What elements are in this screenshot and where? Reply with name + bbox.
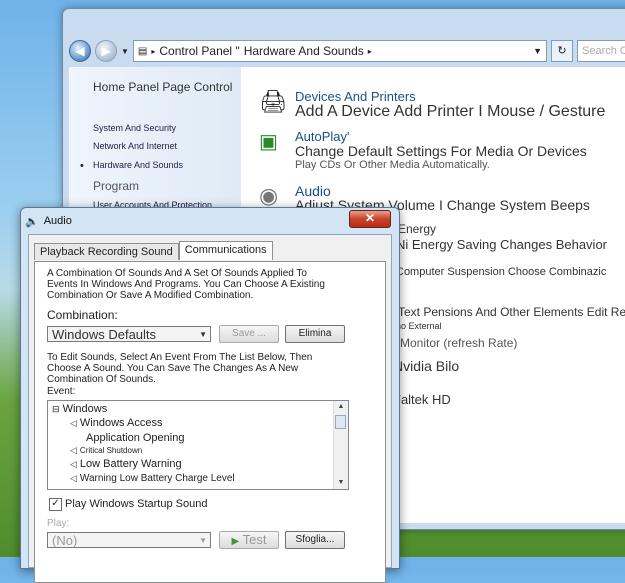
sounds-panel: A Combination Of Sounds And A Set Of Sou… — [34, 261, 386, 583]
scroll-down-icon[interactable]: ▼ — [334, 477, 348, 489]
events-list[interactable]: ⊟ Windows ◁ Windows Access Application Op… — [47, 400, 349, 490]
audio-dialog: 🔈 Audio ✕ Playback Recording Sound Commu… — [20, 207, 400, 583]
address-input[interactable]: ▤ ▸ Control Panel " Hardware And Sounds … — [132, 40, 547, 62]
list-item[interactable]: ⊟ Windows — [52, 403, 107, 415]
list-item[interactable]: ◁ Low Battery Warning — [70, 458, 182, 470]
sidebar-item-programs[interactable]: Program — [93, 179, 139, 193]
energy-description[interactable]: Ni Energy Saving Changes Behavior — [396, 237, 607, 252]
speaker-icon: ◉ — [259, 183, 279, 208]
intro-text: A Combination Of Sounds And A Set Of Sou… — [47, 268, 325, 301]
dialog-title: Audio — [43, 215, 72, 227]
windows-group-icon: ⊟ — [52, 404, 60, 414]
tab-communications[interactable]: Communications — [178, 241, 273, 260]
scroll-thumb[interactable] — [335, 415, 346, 429]
breadcrumb-hardware[interactable]: Hardware And Sounds — [244, 44, 364, 58]
display-sub[interactable]: no External — [396, 321, 442, 331]
play-label: Play: — [47, 518, 70, 529]
refresh-button[interactable]: ↻ — [551, 40, 573, 62]
speaker-icon: 🔈 — [25, 215, 39, 228]
play-select[interactable]: (No) ▼ — [47, 532, 211, 548]
tab-playback-recording-sound[interactable]: Playback Recording Sound — [34, 243, 179, 260]
delete-button[interactable]: Elimina — [285, 325, 345, 343]
play-value: (No) — [52, 533, 78, 548]
forward-button[interactable]: ▶ — [95, 40, 117, 62]
autoplay-title[interactable]: AutoPlay' — [295, 129, 350, 144]
sidebar-item-hardware[interactable]: Hardware And Sounds — [80, 160, 183, 172]
test-button[interactable]: ▶ Test — [219, 531, 279, 549]
sidebar-item-network[interactable]: Network And Internet — [93, 141, 177, 151]
close-button[interactable]: ✕ — [349, 210, 391, 228]
tab-strip: Playback Recording Sound Communications — [34, 241, 273, 261]
events-scrollbar[interactable]: ▲ ▼ — [333, 401, 348, 489]
combination-select[interactable]: Windows Defaults ▼ — [47, 326, 211, 342]
list-item[interactable]: ◁ Warning Low Battery Charge Level — [70, 473, 235, 484]
list-item[interactable]: ◁ Windows Access — [70, 417, 162, 429]
autoplay-icon: ▣ — [259, 131, 278, 153]
dialog-titlebar: 🔈 Audio — [25, 212, 72, 230]
speaker-icon: ◁ — [70, 473, 77, 483]
chevron-down-icon: ▼ — [199, 330, 207, 339]
breadcrumb-control-panel[interactable]: Control Panel " — [159, 44, 239, 58]
realtek-link[interactable]: Faltek HD — [393, 392, 451, 407]
autoplay-sub[interactable]: Play CDs Or Other Media Automatically. — [295, 159, 490, 171]
speaker-icon: ◁ — [70, 459, 77, 469]
display-sub-monitor[interactable]: Monitor (refresh Rate) — [400, 336, 517, 350]
browse-button[interactable]: Sfoglia... — [285, 531, 345, 549]
startup-sound-label[interactable]: Play Windows Startup Sound — [65, 499, 355, 510]
printer-icon: 🖨 — [259, 89, 287, 114]
back-button[interactable]: ◀ — [69, 40, 91, 62]
devices-description[interactable]: Add A Device Add Printer I Mouse / Gestu… — [295, 103, 605, 121]
startup-sound-checkbox[interactable]: ✓ — [49, 498, 62, 511]
play-icon: ▶ — [231, 536, 240, 547]
display-description[interactable]: Text Pensions And Other Elements Edit Re… — [398, 305, 625, 319]
sidebar-home-link[interactable]: Home Panel Page Control — [93, 81, 233, 94]
scroll-up-icon[interactable]: ▲ — [334, 401, 348, 413]
breadcrumb-sep-icon: ▸ — [151, 46, 156, 56]
dialog-client: Playback Recording Sound Communications … — [28, 234, 392, 583]
speaker-icon: ◁ — [70, 418, 77, 428]
combination-value: Windows Defaults — [52, 327, 157, 342]
combination-label: Combination: — [47, 308, 118, 322]
autoplay-description[interactable]: Change Default Settings For Media Or Dev… — [295, 143, 587, 159]
save-button[interactable]: Save ... — [219, 325, 279, 343]
sidebar-item-system[interactable]: System And Security — [93, 123, 176, 133]
address-dropdown-icon[interactable]: ▼ — [533, 46, 542, 56]
search-input[interactable]: Search Control Panel — [577, 40, 625, 62]
list-item[interactable]: Application Opening — [86, 432, 184, 444]
nvidia-link[interactable]: Nvidia Bilo — [393, 358, 459, 374]
speaker-icon: ◁ — [70, 445, 77, 455]
devices-title[interactable]: Devices And Printers — [295, 89, 416, 104]
instructions-text: To Edit Sounds, Select An Event From The… — [47, 352, 313, 385]
address-bar: ◀ ▶ ▼ ▤ ▸ Control Panel " Hardware And S… — [69, 39, 625, 63]
chevron-down-icon[interactable]: ▼ — [121, 47, 129, 56]
breadcrumb-arrow-icon[interactable]: ▸ — [368, 47, 372, 56]
list-item[interactable]: ◁ Critical Shutdown — [70, 445, 142, 456]
energy-title[interactable]: Energy — [398, 222, 436, 236]
control-panel-icon: ▤ — [137, 45, 148, 57]
event-label: Event: — [47, 386, 76, 397]
window-titlebar — [63, 9, 625, 37]
energy-sub[interactable]: Computer Suspension Choose Combinazic — [396, 266, 606, 278]
chevron-down-icon: ▼ — [199, 536, 207, 545]
